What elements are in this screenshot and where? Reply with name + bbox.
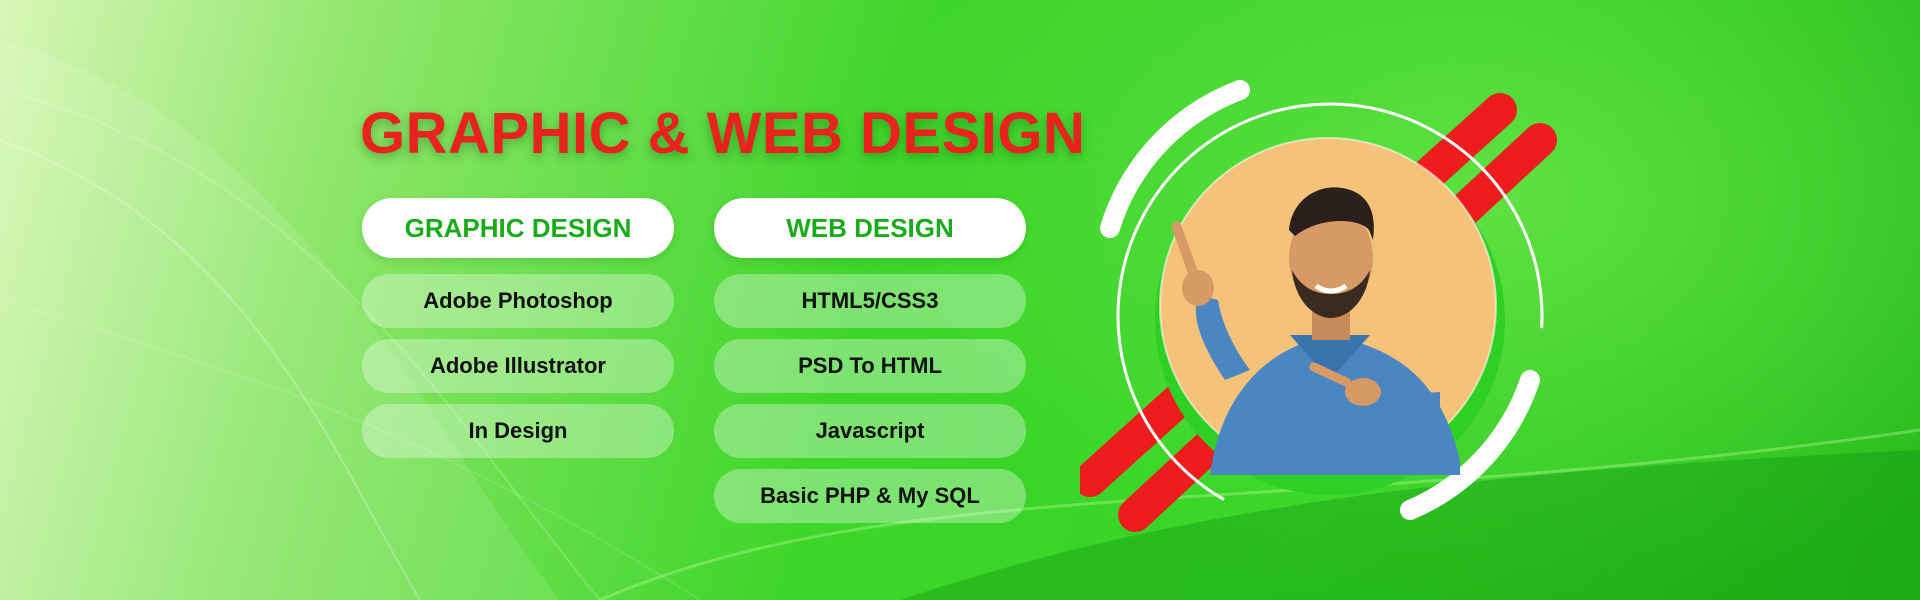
course-item-html-css: HTML5/CSS3 xyxy=(714,274,1026,328)
page-title: GRAPHIC & WEB DESIGN xyxy=(360,101,1086,166)
course-item-indesign: In Design xyxy=(362,404,674,458)
course-item-illustrator: Adobe Illustrator xyxy=(362,339,674,393)
web-design-column: WEB DESIGN HTML5/CSS3 PSD To HTML Javasc… xyxy=(714,198,1026,534)
graphic-design-column: GRAPHIC DESIGN Adobe Photoshop Adobe Ill… xyxy=(362,198,674,469)
profile-illustration xyxy=(1080,80,1557,532)
graphic-design-heading: GRAPHIC DESIGN xyxy=(362,198,674,258)
profile-graphic xyxy=(1080,80,1560,560)
course-item-psd-to-html: PSD To HTML xyxy=(714,339,1026,393)
course-item-php-mysql: Basic PHP & My SQL xyxy=(714,469,1026,523)
web-design-heading: WEB DESIGN xyxy=(714,198,1026,258)
course-item-photoshop: Adobe Photoshop xyxy=(362,274,674,328)
course-item-javascript: Javascript xyxy=(714,404,1026,458)
hero-banner: GRAPHIC & WEB DESIGN GRAPHIC DESIGN Adob… xyxy=(0,0,1920,600)
